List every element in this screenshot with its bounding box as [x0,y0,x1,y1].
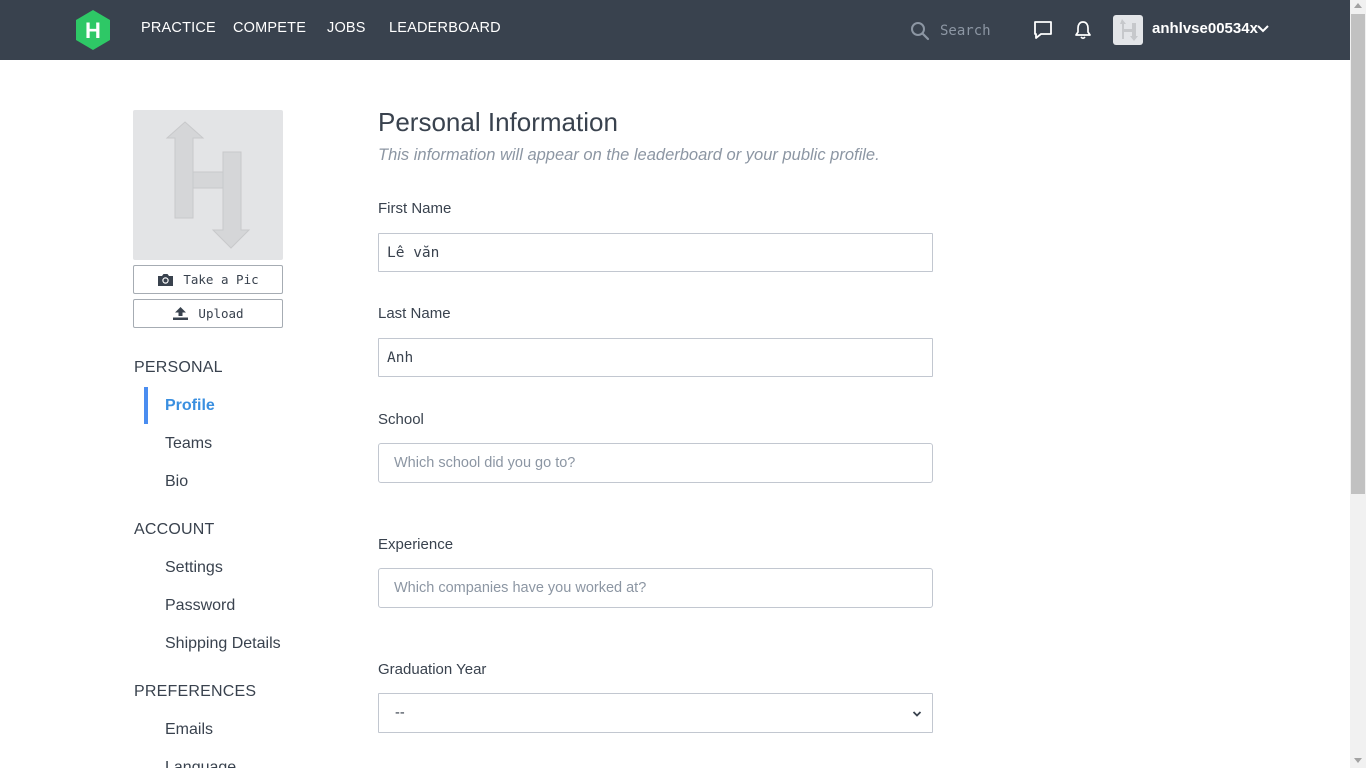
school-label: School [378,411,424,428]
experience-field[interactable] [378,568,933,608]
nav-leaderboard-link[interactable]: LEADERBOARD [389,20,501,36]
take-pic-button[interactable]: Take a Pic [133,265,283,294]
last-name-field[interactable] [378,338,933,377]
nav-practice-link[interactable]: PRACTICE [141,20,216,36]
scroll-up-arrow-icon[interactable] [1354,3,1362,8]
nav-jobs-link[interactable]: JOBS [327,20,366,36]
camera-icon [158,274,174,286]
chevron-down-icon [912,711,922,717]
take-pic-label: Take a Pic [183,272,259,287]
page-subtitle: This information will appear on the lead… [378,146,880,164]
bell-icon[interactable] [1072,19,1094,41]
last-name-label: Last Name [378,305,451,322]
sidebar-item-teams[interactable]: Teams [165,435,212,453]
message-icon[interactable] [1032,19,1054,41]
sidebar-active-indicator [144,387,148,424]
sidebar-item-profile[interactable]: Profile [165,397,215,415]
nav-compete-link[interactable]: COMPETE [233,20,306,36]
upload-label: Upload [198,306,244,321]
sidebar-item-bio[interactable]: Bio [165,473,188,491]
search-input[interactable] [940,23,1010,39]
graduation-year-label: Graduation Year [378,661,487,678]
profile-avatar [133,110,283,260]
top-navbar: H PRACTICE COMPETE JOBS LEADERBOARD anhl… [0,0,1350,60]
school-field[interactable] [378,443,933,483]
sidebar-item-language[interactable]: Language [165,759,236,768]
sidebar-heading-preferences: PREFERENCES [134,683,257,700]
search-icon [911,22,930,41]
sidebar-heading-personal: PERSONAL [134,359,223,376]
page-scrollbar-thumb[interactable] [1351,14,1365,494]
svg-text:H: H [85,18,101,43]
upload-button[interactable]: Upload [133,299,283,328]
page-title: Personal Information [378,107,618,137]
sidebar-item-password[interactable]: Password [165,597,235,615]
sidebar-item-emails[interactable]: Emails [165,721,213,739]
nav-search [910,18,1010,44]
experience-label: Experience [378,536,454,553]
chevron-down-icon[interactable] [1256,22,1270,36]
sidebar-item-settings[interactable]: Settings [165,559,223,577]
first-name-label: First Name [378,200,452,217]
graduation-year-value: -- [395,705,405,721]
sidebar-heading-account: ACCOUNT [134,521,215,538]
username-label[interactable]: anhlvse00534x [1152,20,1258,37]
user-avatar[interactable] [1113,15,1143,45]
first-name-field[interactable] [378,233,933,272]
scroll-down-arrow-icon[interactable] [1354,758,1362,763]
sidebar-item-shipping-details[interactable]: Shipping Details [165,635,281,653]
upload-icon [173,307,189,320]
hackerrank-logo-icon[interactable]: H [75,10,111,50]
graduation-year-select[interactable]: -- [378,693,933,733]
